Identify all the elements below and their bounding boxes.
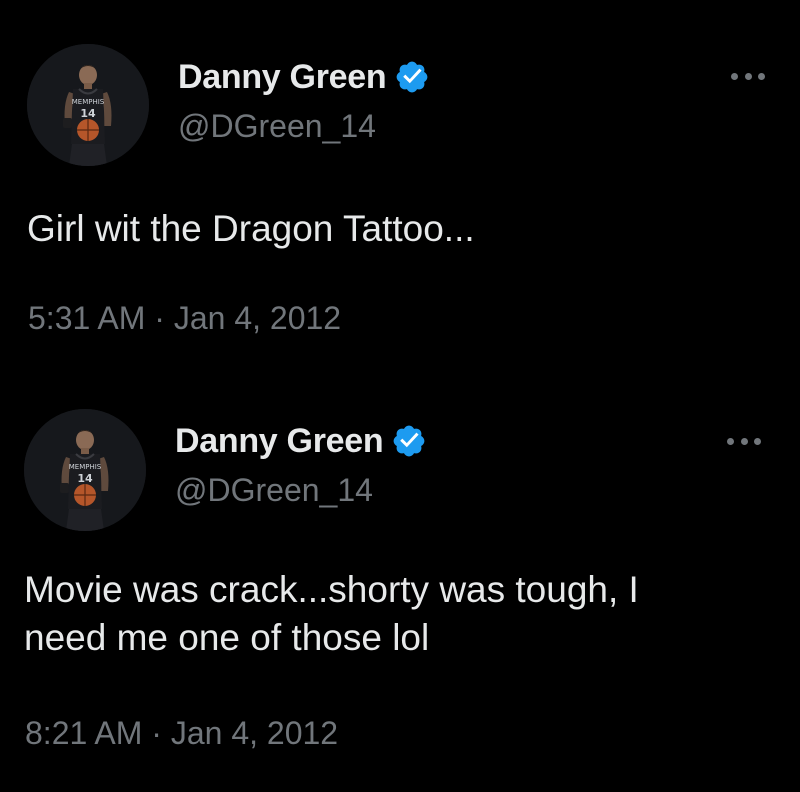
tweet[interactable]: MEMPHIS 14 Danny Green @DGreen_14 Girl w… — [0, 0, 800, 396]
svg-text:MEMPHIS: MEMPHIS — [72, 98, 105, 106]
more-options-dot — [758, 72, 765, 80]
player-avatar-icon: MEMPHIS 14 — [24, 409, 146, 531]
tweet-text: Girl wit the Dragon Tattoo... — [27, 208, 475, 249]
more-options-icon — [731, 72, 738, 80]
author-handle[interactable]: @DGreen_14 — [178, 108, 376, 145]
more-options-dot — [740, 437, 748, 445]
tweet-text: Movie was crack...shorty was tough, I ne… — [24, 569, 639, 658]
more-options-button[interactable] — [731, 66, 765, 86]
tweet[interactable]: MEMPHIS 14 Danny Green @DGreen_14 Movie … — [0, 396, 800, 792]
avatar[interactable]: MEMPHIS 14 — [27, 44, 149, 166]
verified-badge-icon — [391, 423, 427, 459]
display-name[interactable]: Danny Green — [175, 422, 384, 461]
svg-text:14: 14 — [77, 472, 93, 485]
svg-text:14: 14 — [80, 107, 96, 120]
avatar[interactable]: MEMPHIS 14 — [24, 409, 146, 531]
player-avatar-icon: MEMPHIS 14 — [27, 44, 149, 166]
svg-text:MEMPHIS: MEMPHIS — [69, 463, 102, 471]
verified-badge-icon — [394, 59, 430, 95]
author-handle[interactable]: @DGreen_14 — [175, 472, 373, 509]
more-options-icon — [727, 437, 734, 445]
more-options-dot — [754, 437, 761, 445]
more-options-dot — [744, 72, 752, 80]
author-name-row[interactable]: Danny Green — [175, 421, 427, 461]
more-options-button[interactable] — [727, 431, 761, 451]
display-name[interactable]: Danny Green — [178, 58, 387, 97]
author-name-row[interactable]: Danny Green — [178, 57, 430, 97]
tweet-timestamp[interactable]: 8:21 AM · Jan 4, 2012 — [25, 715, 338, 752]
tweet-timestamp[interactable]: 5:31 AM · Jan 4, 2012 — [28, 300, 341, 337]
